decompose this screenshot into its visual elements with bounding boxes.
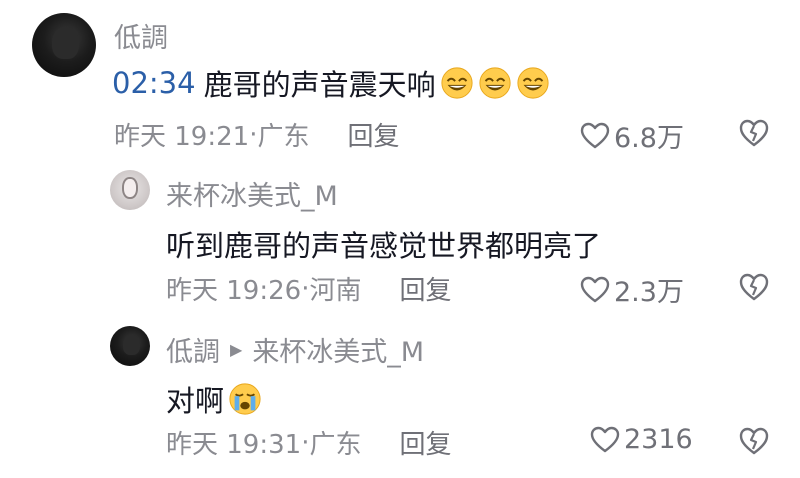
comment-location: 广东 xyxy=(309,430,362,460)
broken-heart-icon[interactable] xyxy=(738,118,770,148)
like-count: 2316 xyxy=(624,424,693,455)
comment-text: 对啊 xyxy=(166,378,262,420)
reply-to-username[interactable]: 来杯冰美式_M xyxy=(252,330,424,369)
grin-sweat-emoji-icon xyxy=(441,67,473,99)
broken-heart-icon[interactable] xyxy=(738,426,770,456)
comment-text: 听到鹿哥的声音感觉世界都明亮了 xyxy=(166,223,601,265)
like-button[interactable]: 2316 xyxy=(590,424,693,455)
comment-time: 昨天 19:26 xyxy=(166,276,302,306)
grin-sweat-emoji-icon xyxy=(479,67,511,99)
comment-time: 昨天 19:31 xyxy=(166,430,302,460)
reply-arrow-icon: ▶ xyxy=(230,340,243,359)
comment-meta: 昨天 19:21 · 广东 回复 xyxy=(114,116,400,153)
like-button[interactable]: 2.3万 xyxy=(580,270,684,309)
comment-username[interactable]: 来杯冰美式_M xyxy=(166,174,338,213)
comment-location: 广东 xyxy=(257,122,310,152)
avatar[interactable] xyxy=(110,326,150,366)
like-count: 2.3万 xyxy=(614,277,684,308)
comment-meta: 昨天 19:26 · 河南 回复 xyxy=(166,270,452,307)
crying-face-emoji-icon xyxy=(229,383,261,415)
reply-button[interactable]: 回复 xyxy=(347,116,399,153)
avatar[interactable] xyxy=(32,13,96,77)
heart-icon xyxy=(580,276,610,302)
reply-header: 低調 ▶ 来杯冰美式_M xyxy=(166,330,424,369)
avatar[interactable] xyxy=(110,170,150,210)
grin-sweat-emoji-icon xyxy=(517,67,549,99)
like-button[interactable]: 6.8万 xyxy=(580,116,684,155)
like-count: 6.8万 xyxy=(614,123,684,154)
comment-meta: 昨天 19:31 · 广东 回复 xyxy=(166,424,452,461)
separator: · xyxy=(249,119,258,150)
heart-icon xyxy=(590,426,620,452)
reply-button[interactable]: 回复 xyxy=(399,270,451,307)
separator: · xyxy=(301,273,310,304)
comment-username[interactable]: 低調 xyxy=(166,330,220,369)
comment-body: 对啊 xyxy=(166,384,225,418)
heart-icon xyxy=(580,122,610,148)
separator: · xyxy=(301,427,310,458)
comment-time: 昨天 19:21 xyxy=(114,122,250,152)
timestamp-link[interactable]: 02:34 xyxy=(112,66,196,100)
reply-button[interactable]: 回复 xyxy=(399,424,451,461)
comment-username[interactable]: 低調 xyxy=(114,16,168,55)
comment-body: 听到鹿哥的声音感觉世界都明亮了 xyxy=(166,229,602,263)
comment-text: 02:34 鹿哥的声音震天响 xyxy=(112,62,550,104)
comment-location: 河南 xyxy=(309,276,362,306)
broken-heart-icon[interactable] xyxy=(738,272,770,302)
comment-body: 鹿哥的声音震天响 xyxy=(203,68,436,102)
